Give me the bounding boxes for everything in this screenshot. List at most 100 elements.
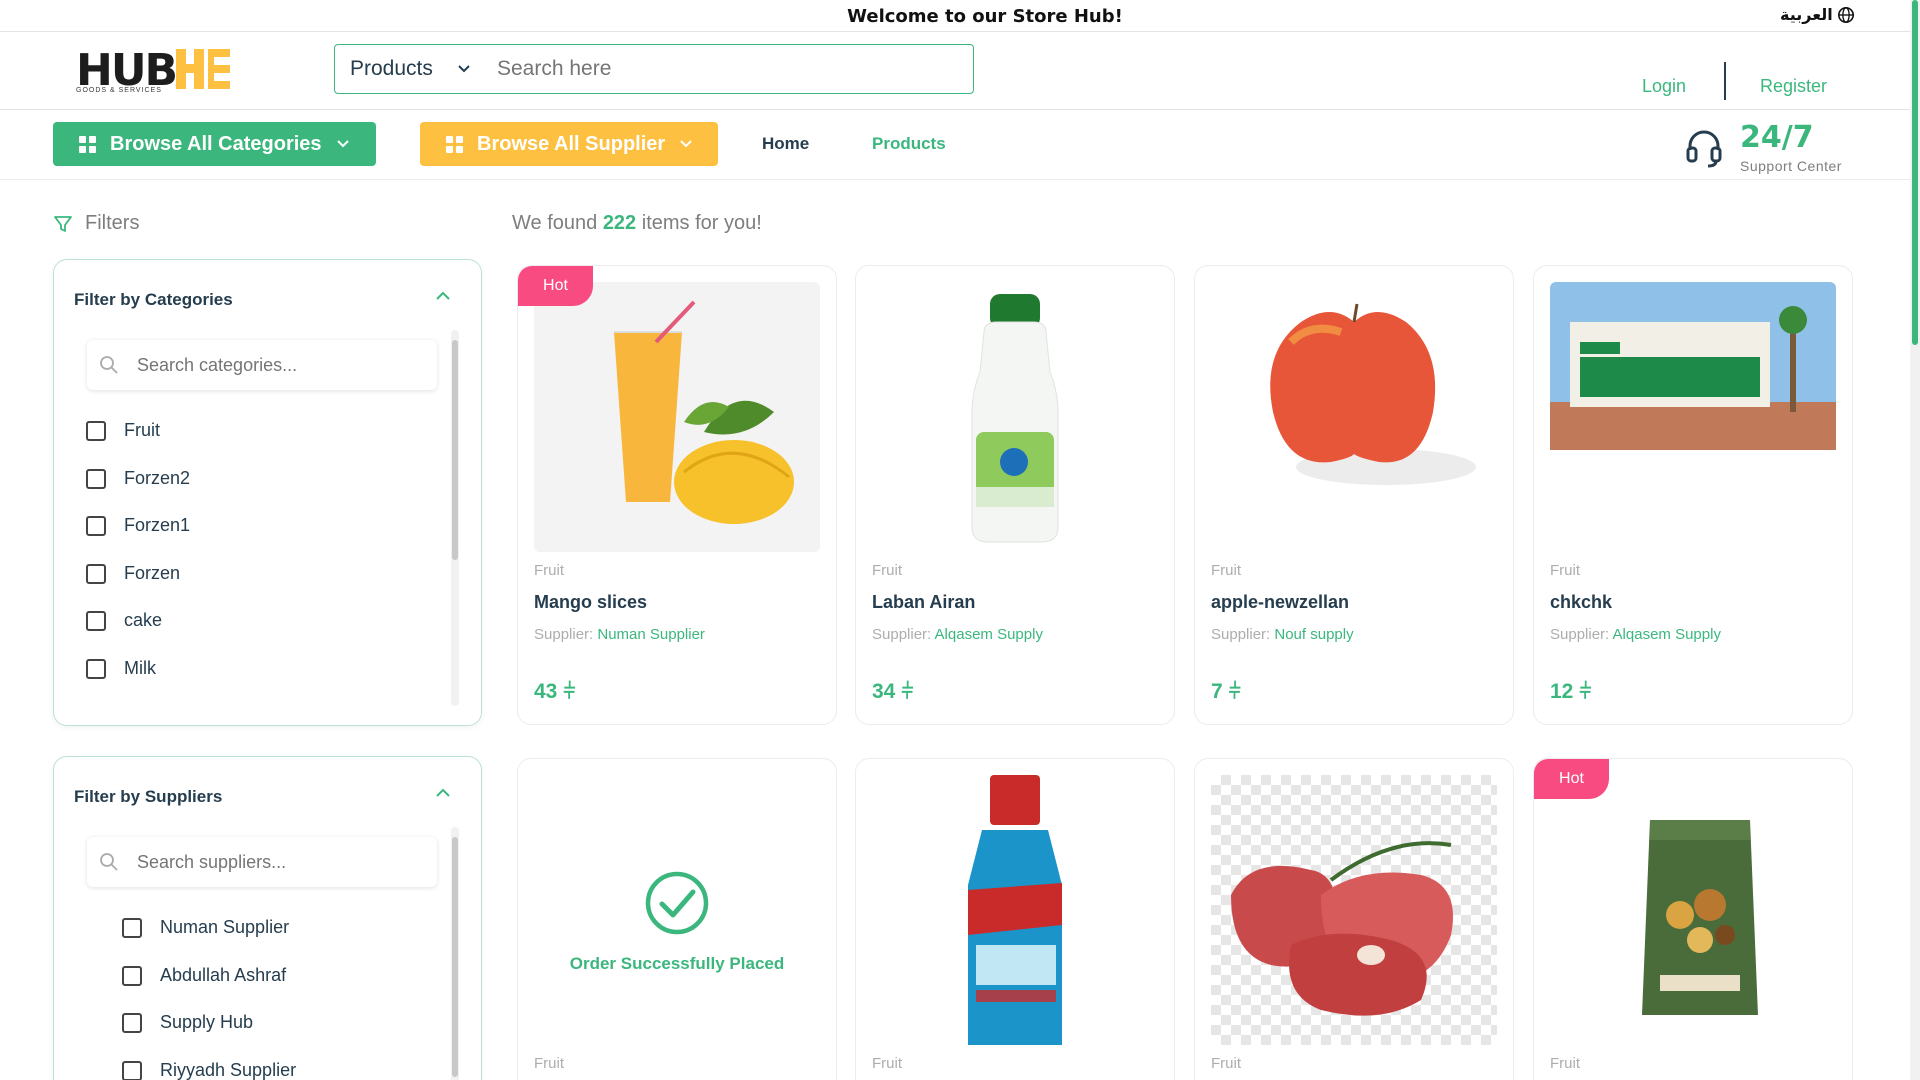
checkbox[interactable] [86, 468, 106, 489]
page-scrollbar[interactable] [1910, 0, 1920, 1080]
supplier-search-input[interactable] [137, 851, 397, 873]
search-icon [100, 853, 118, 871]
supplier-name[interactable]: Numan Supplier [597, 626, 705, 643]
apple-image [1270, 303, 1476, 485]
product-card[interactable]: Hot Fruit Mango slices Supplier: Numan S… [517, 265, 837, 725]
checkbox[interactable] [122, 1060, 142, 1080]
category-option[interactable]: Forzen1 [86, 515, 190, 536]
category-filter-title: Filter by Categories [74, 290, 233, 309]
checkbox[interactable] [86, 610, 106, 631]
checkbox[interactable] [86, 420, 106, 441]
login-link[interactable]: Login [1642, 76, 1686, 97]
product-price: 34 ⫩ [872, 680, 913, 704]
browse-suppliers-label: Browse All Supplier [477, 132, 666, 155]
category-option-label: Forzen2 [124, 468, 191, 488]
logo-mark [176, 49, 230, 89]
logo[interactable]: HUB GOODS & SERVICES [76, 45, 232, 96]
category-option-label: Milk [124, 658, 156, 678]
supplier-option[interactable]: Riyyadh Supplier [122, 1060, 296, 1080]
category-option[interactable]: Milk [86, 658, 156, 679]
search-category-select[interactable]: Products [335, 57, 491, 81]
checkbox[interactable] [122, 965, 142, 986]
supplier-search [87, 837, 437, 887]
logo-tagline: GOODS & SERVICES [76, 87, 162, 94]
product-card[interactable]: Order Successfully Placed Fruit [517, 758, 837, 1080]
product-name[interactable]: apple-newzellan [1211, 592, 1349, 613]
product-card[interactable]: Fruit [1194, 758, 1514, 1080]
supplier-option[interactable]: Numan Supplier [122, 917, 289, 938]
search-input[interactable] [491, 57, 973, 81]
product-name[interactable]: chkchk [1550, 592, 1612, 613]
price-value: 7 [1211, 680, 1223, 703]
filters-heading: Filters [53, 212, 139, 235]
browse-categories-label: Browse All Categories [110, 132, 322, 155]
nav-home-link[interactable]: Home [762, 134, 809, 154]
nav-products-link[interactable]: Products [872, 134, 946, 154]
support-hours: 24/7 [1740, 120, 1814, 155]
category-search [87, 340, 437, 390]
checkbox[interactable] [86, 515, 106, 536]
category-option-label: cake [124, 610, 163, 630]
chevron-down-icon [680, 140, 692, 148]
checkbox[interactable] [122, 917, 142, 938]
supplier-option-label: Numan Supplier [160, 917, 290, 937]
main-nav: Browse All Categories Browse All Supplie… [0, 110, 1910, 180]
product-image[interactable] [872, 282, 1158, 552]
category-option[interactable]: cake [86, 610, 162, 631]
product-image[interactable] [1211, 775, 1497, 1045]
product-category: Fruit [534, 1055, 564, 1072]
product-card[interactable]: Fruit apple-newzellan Supplier: Nouf sup… [1194, 265, 1514, 725]
category-option[interactable]: Fruit [86, 420, 160, 441]
supplier-filter-title: Filter by Suppliers [74, 787, 223, 806]
product-name[interactable]: Laban Airan [872, 592, 975, 613]
browse-categories-button[interactable]: Browse All Categories [53, 122, 376, 166]
product-card[interactable]: Fruit Laban Airan Supplier: Alqasem Supp… [855, 265, 1175, 725]
register-link[interactable]: Register [1760, 76, 1827, 97]
product-image[interactable] [1550, 775, 1836, 1045]
auth-divider [1724, 62, 1726, 100]
chevron-up-icon[interactable] [435, 787, 451, 799]
results-count: We found 222 items for you! [512, 212, 762, 235]
checkbox[interactable] [86, 658, 106, 679]
page-scrollbar-thumb[interactable] [1912, 0, 1918, 345]
product-supplier: Supplier: Alqasem Supply [1550, 626, 1721, 643]
search-bar: Products [334, 44, 974, 94]
chevron-up-icon[interactable] [435, 290, 451, 302]
search-category-label: Products [350, 57, 433, 80]
product-image[interactable] [1211, 282, 1497, 552]
checkbox[interactable] [122, 1012, 142, 1033]
category-option-label: Fruit [124, 420, 160, 440]
language-switch[interactable]: العربية [1780, 5, 1855, 25]
browse-suppliers-button[interactable]: Browse All Supplier [420, 122, 718, 166]
check-circle-icon [645, 871, 709, 935]
category-option[interactable]: Forzen [86, 563, 180, 584]
product-category: Fruit [1550, 1055, 1580, 1072]
supplier-name[interactable]: Nouf supply [1274, 626, 1353, 643]
order-success-text: Order Successfully Placed [569, 954, 785, 973]
supplier-option[interactable]: Abdullah Ashraf [122, 965, 286, 986]
results-suffix: items for you! [641, 212, 762, 234]
supplier-scrollbar[interactable] [451, 827, 459, 1080]
supplier-name[interactable]: Alqasem Supply [1613, 626, 1721, 643]
category-option[interactable]: Forzen2 [86, 468, 190, 489]
language-label: العربية [1780, 7, 1833, 24]
supplier-option-label: Abdullah Ashraf [160, 965, 287, 985]
product-category: Fruit [872, 562, 902, 579]
grid-icon [79, 135, 96, 153]
hot-badge: Hot [1534, 759, 1609, 799]
supplier-label: Supplier: [872, 626, 932, 643]
product-image[interactable] [534, 282, 820, 552]
checkbox[interactable] [86, 563, 106, 584]
product-card[interactable]: Hot Fruit [1533, 758, 1853, 1080]
supplier-name[interactable]: Alqasem Supply [935, 626, 1043, 643]
supplier-option[interactable]: Supply Hub [122, 1012, 253, 1033]
product-card[interactable]: Fruit chkchk Supplier: Alqasem Supply 12… [1533, 265, 1853, 725]
product-name[interactable]: Mango slices [534, 592, 647, 613]
product-price: 43 ⫩ [534, 680, 575, 704]
filters-label: Filters [85, 212, 140, 234]
product-image[interactable] [872, 775, 1158, 1045]
category-scrollbar[interactable] [451, 330, 459, 706]
product-image[interactable] [1550, 282, 1836, 552]
product-card[interactable]: Fruit [855, 758, 1175, 1080]
category-search-input[interactable] [137, 354, 397, 376]
